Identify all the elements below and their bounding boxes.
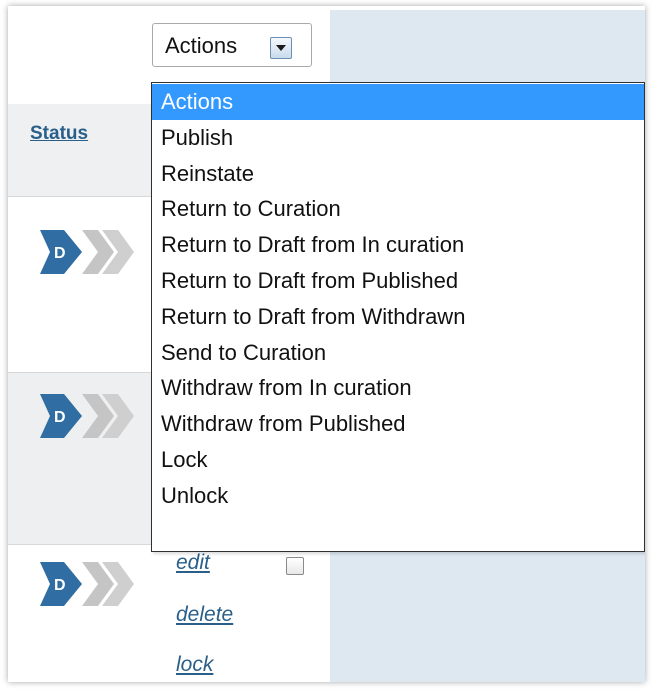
workflow-draft-chevrons-icon: D (40, 562, 134, 606)
content-frame: Status D D D edit delete lock Actions Ac… (8, 6, 645, 682)
delete-link[interactable]: delete (176, 603, 233, 627)
option-return-to-draft-from-in-curation[interactable]: Return to Draft from In curation (152, 227, 644, 263)
status-badge: D (54, 409, 66, 426)
option-actions[interactable]: Actions (152, 84, 644, 120)
option-publish[interactable]: Publish (152, 120, 644, 156)
actions-dropdown-list: Actions Publish Reinstate Return to Cura… (151, 82, 645, 552)
option-return-to-draft-from-published[interactable]: Return to Draft from Published (152, 263, 644, 299)
workflow-draft-chevrons-icon: D (40, 394, 134, 438)
status-badge: D (54, 577, 66, 594)
option-unlock[interactable]: Unlock (152, 478, 644, 514)
option-return-to-curation[interactable]: Return to Curation (152, 191, 644, 227)
actions-select[interactable]: Actions (152, 23, 312, 67)
edit-link[interactable]: edit (176, 551, 210, 575)
status-column-header[interactable]: Status (30, 123, 88, 145)
option-lock[interactable]: Lock (152, 442, 644, 478)
option-return-to-draft-from-withdrawn[interactable]: Return to Draft from Withdrawn (152, 299, 644, 335)
actions-select-value: Actions (165, 33, 238, 58)
option-send-to-curation[interactable]: Send to Curation (152, 335, 644, 371)
workflow-draft-chevrons-icon: D (40, 230, 134, 274)
row-select-checkbox[interactable] (286, 557, 304, 575)
option-reinstate[interactable]: Reinstate (152, 156, 644, 192)
status-badge: D (54, 245, 66, 262)
lock-link[interactable]: lock (176, 653, 213, 677)
option-withdraw-from-in-curation[interactable]: Withdraw from In curation (152, 370, 644, 406)
chevron-down-icon[interactable] (270, 37, 292, 59)
option-withdraw-from-published[interactable]: Withdraw from Published (152, 406, 644, 442)
